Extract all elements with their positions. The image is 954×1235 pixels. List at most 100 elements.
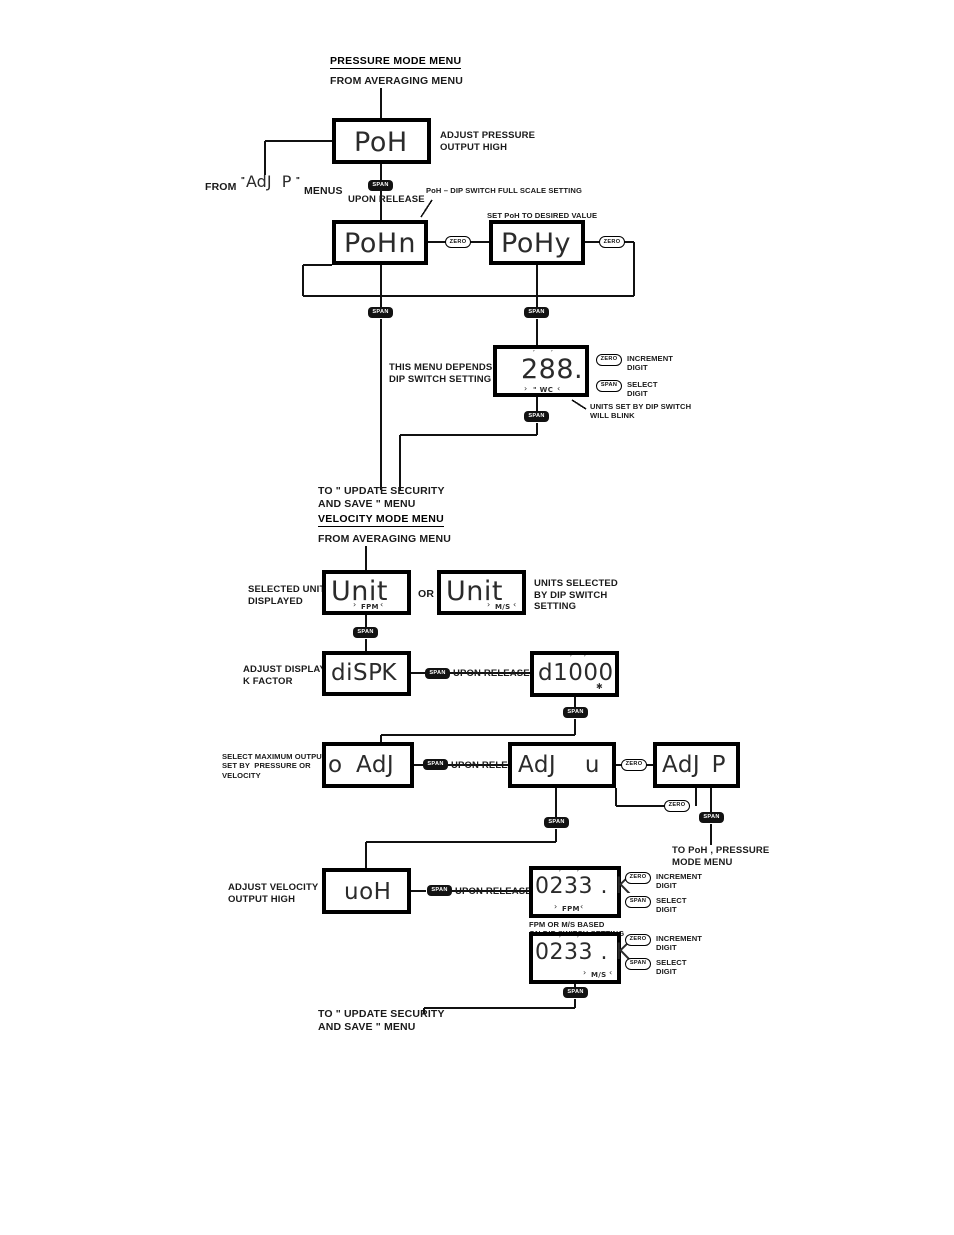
lcd-adj-p-main: AdJ — [662, 752, 701, 778]
blink-marker-unit-left-icon: › — [524, 384, 528, 393]
lcd-poh: PoH — [332, 118, 431, 164]
lcd-0233-ms-main: 0233 . K — [535, 940, 631, 965]
pressure-mode-header: PRESSURE MODE MENU — [330, 55, 462, 69]
pressure-from-averaging-label: FROM AVERAGING MENU — [330, 75, 463, 87]
span-button-d1000[interactable]: SPAN — [563, 707, 588, 718]
increment-digit-label-3: INCREMENT DIGIT — [656, 934, 703, 953]
span-button-288[interactable]: SPAN — [524, 411, 549, 422]
span-button-o-adj[interactable]: SPAN — [423, 759, 448, 770]
lcd-poh-y: PoH y — [489, 220, 585, 265]
lcd-disp-k: diSP K — [322, 651, 411, 696]
blink-0233fpm-unit-right-icon: ‹ — [580, 902, 584, 911]
lcd-o-adj: o AdJ — [322, 742, 414, 788]
lcd-uoh-main: uoH — [344, 879, 392, 905]
units-selected-dip-note: UNITS SELECTED BY DIP SWITCH SETTING — [534, 578, 618, 612]
zero-button-adj-p-loop[interactable]: ZERO — [664, 800, 690, 812]
span-button-adj-p[interactable]: SPAN — [699, 812, 724, 823]
span-button-select-0233-fpm[interactable]: SPAN — [625, 896, 651, 908]
adjust-velocity-output-high-label: ADJUST VELOCITY OUTPUT HIGH — [228, 882, 319, 905]
span-button-uoh[interactable]: SPAN — [427, 885, 452, 896]
lcd-poh-n-right: n — [398, 228, 416, 259]
lcd-poh-y-right: y — [554, 228, 571, 259]
lcd-adj-u-right: u — [584, 752, 600, 778]
lcd-unit-fpm-unit: FPM — [361, 603, 379, 611]
diagram-page: PRESSURE MODE MENU FROM AVERAGING MENU P… — [0, 0, 954, 1235]
upon-release-label-1: UPON RELEASE — [348, 194, 425, 205]
zero-button-poh-y[interactable]: ZERO — [599, 236, 625, 248]
span-button-poh-y[interactable]: SPAN — [524, 307, 549, 318]
lcd-value-288-main: 288. — [521, 354, 584, 385]
span-button-disp-k[interactable]: SPAN — [425, 668, 450, 679]
lcd-d1000: ′ ′ d1000 ✱ — [530, 651, 619, 697]
zero-button-adj-u[interactable]: ZERO — [621, 759, 647, 771]
quote-close-icon: " — [296, 176, 300, 185]
blink-unit-fpm-right-icon: ‹ — [380, 600, 384, 609]
quote-open-icon: " — [241, 176, 245, 185]
set-poh-desired-value-note: SET PoH TO DESIRED VALUE — [487, 211, 598, 220]
blink-marker-unit-right-icon: ‹ — [557, 384, 561, 393]
lcd-0233-fpm-main: 0233 . K — [535, 874, 631, 899]
span-button-select-288[interactable]: SPAN — [596, 380, 622, 392]
or-label: OR — [418, 588, 435, 600]
span-button-0233-ms[interactable]: SPAN — [563, 987, 588, 998]
blink-0233ms-unit-right-icon: ‹ — [609, 968, 613, 977]
zero-button-increment-0233-ms[interactable]: ZERO — [625, 934, 651, 946]
lcd-value-288: ′ ′ 288. › " WC ‹ — [493, 345, 589, 397]
lcd-adj-p-right: P — [711, 752, 726, 778]
adjust-display-k-factor-label: ADJUST DISPLAY K FACTOR — [243, 664, 327, 687]
lcd-poh-n-main: PoH — [344, 228, 398, 259]
zero-button-increment-0233-fpm[interactable]: ZERO — [625, 872, 651, 884]
blink-d1000-c-icon: ✱ — [596, 682, 603, 691]
lcd-value-288-unit: " WC — [533, 386, 554, 394]
velocity-from-averaging-label: FROM AVERAGING MENU — [318, 533, 451, 545]
lcd-unit-ms-unit: M/S — [495, 603, 511, 611]
lcd-disp-k-right: K — [381, 660, 397, 686]
select-digit-label-1: SELECT DIGIT — [627, 380, 658, 399]
span-button-adj-u[interactable]: SPAN — [544, 817, 569, 828]
blink-0233ms-unit-left-icon: › — [583, 968, 587, 977]
poh-dip-switch-note: PoH – DIP SWITCH FULL SCALE SETTING — [426, 186, 582, 195]
blink-unit-ms-left-icon: › — [487, 600, 491, 609]
adjust-pressure-output-high-label: ADJUST PRESSURE OUTPUT HIGH — [440, 130, 536, 153]
to-update-security-note-2: TO " UPDATE SECURITY AND SAVE " MENU — [318, 1008, 445, 1033]
blink-0233fpm-unit-left-icon: › — [554, 902, 558, 911]
upon-release-label-4: UPON RELEASE — [455, 886, 532, 897]
lcd-unit-ms: Unit › M/S ‹ — [437, 570, 526, 615]
blink-unit-fpm-left-icon: › — [353, 600, 357, 609]
lcd-0233-ms-unit: M/S — [591, 971, 607, 979]
span-button-unit[interactable]: SPAN — [353, 627, 378, 638]
blink-unit-ms-right-icon: ‹ — [513, 600, 517, 609]
lcd-poh-y-main: PoH — [501, 228, 555, 259]
menus-label: MENUS — [304, 185, 343, 197]
to-poh-pressure-mode-note: TO PoH , PRESSURE MODE MENU — [672, 845, 770, 868]
upon-release-label-2: UPON RELEASE — [453, 668, 530, 679]
select-max-output-label: SELECT MAXIMUM OUTPUT SET BY PRESSURE OR… — [222, 752, 327, 780]
to-update-security-note-1: TO " UPDATE SECURITY AND SAVE " MENU — [318, 485, 445, 510]
lcd-poh-n: PoH n — [332, 220, 428, 265]
from-label: FROM — [205, 181, 237, 193]
zero-button-poh-n[interactable]: ZERO — [445, 236, 471, 248]
selected-units-displayed-label: SELECTED UNITS DISPLAYED — [248, 584, 332, 607]
span-button-poh-n[interactable]: SPAN — [368, 307, 393, 318]
adj-p-token: AdJ P — [246, 172, 292, 191]
select-digit-label-2: SELECT DIGIT — [656, 896, 687, 915]
lcd-adj-p: AdJ P — [653, 742, 740, 788]
lcd-poh-text: PoH — [354, 127, 408, 158]
lcd-uoh: uoH — [322, 868, 411, 914]
lcd-0233-ms: ′ ′ 0233 . K › M/S ‹ — [529, 932, 630, 984]
lcd-disp-k-main: diSP — [331, 660, 383, 686]
zero-button-increment-288[interactable]: ZERO — [596, 354, 622, 366]
lcd-adj-u-main: AdJ — [518, 752, 557, 778]
span-button-select-0233-ms[interactable]: SPAN — [625, 958, 651, 970]
lcd-0233-fpm-unit: FPM — [562, 905, 580, 913]
lcd-0233-fpm: ′ ′ 0233 . K › FPM ‹ — [529, 866, 630, 918]
select-digit-label-3: SELECT DIGIT — [656, 958, 687, 977]
lcd-adj-u: AdJ u — [508, 742, 616, 788]
lcd-o-adj-right: AdJ — [356, 752, 395, 778]
velocity-mode-header: VELOCITY MODE MENU — [318, 513, 444, 527]
lcd-unit-fpm: Unit › FPM ‹ — [322, 570, 411, 615]
span-button-poh[interactable]: SPAN — [368, 180, 393, 191]
lcd-o-adj-main: o — [328, 752, 343, 778]
increment-digit-label-2: INCREMENT DIGIT — [656, 872, 703, 891]
increment-digit-label-1: INCREMENT DIGIT — [627, 354, 674, 373]
